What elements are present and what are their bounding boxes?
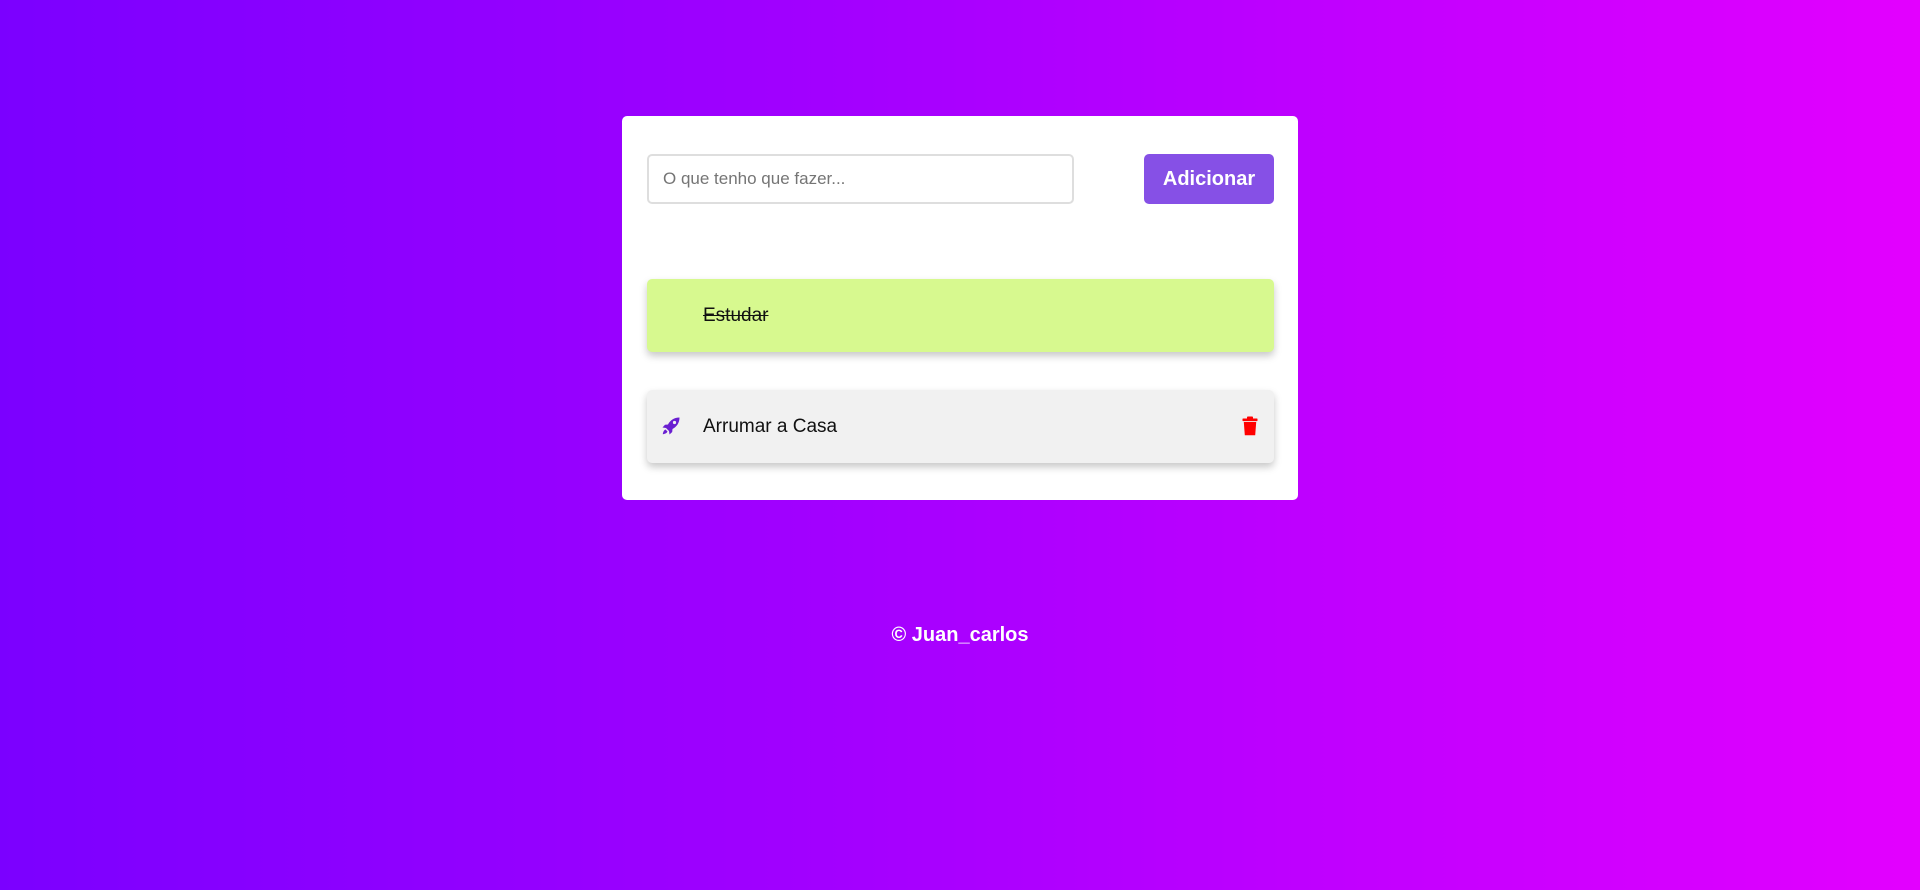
task-input[interactable] [647,154,1074,204]
task-item[interactable]: Estudar [647,279,1274,352]
task-label: Arrumar a Casa [703,415,838,437]
task-label: Estudar [703,304,769,326]
trash-icon[interactable] [1242,416,1258,436]
footer-credit: © Juan_carlos [891,624,1029,646]
todo-card: Adicionar Estudar Arrumar a Casa [622,116,1298,500]
rocket-icon[interactable] [661,416,681,436]
add-button[interactable]: Adicionar [1144,154,1274,204]
task-item[interactable]: Arrumar a Casa [647,390,1274,463]
